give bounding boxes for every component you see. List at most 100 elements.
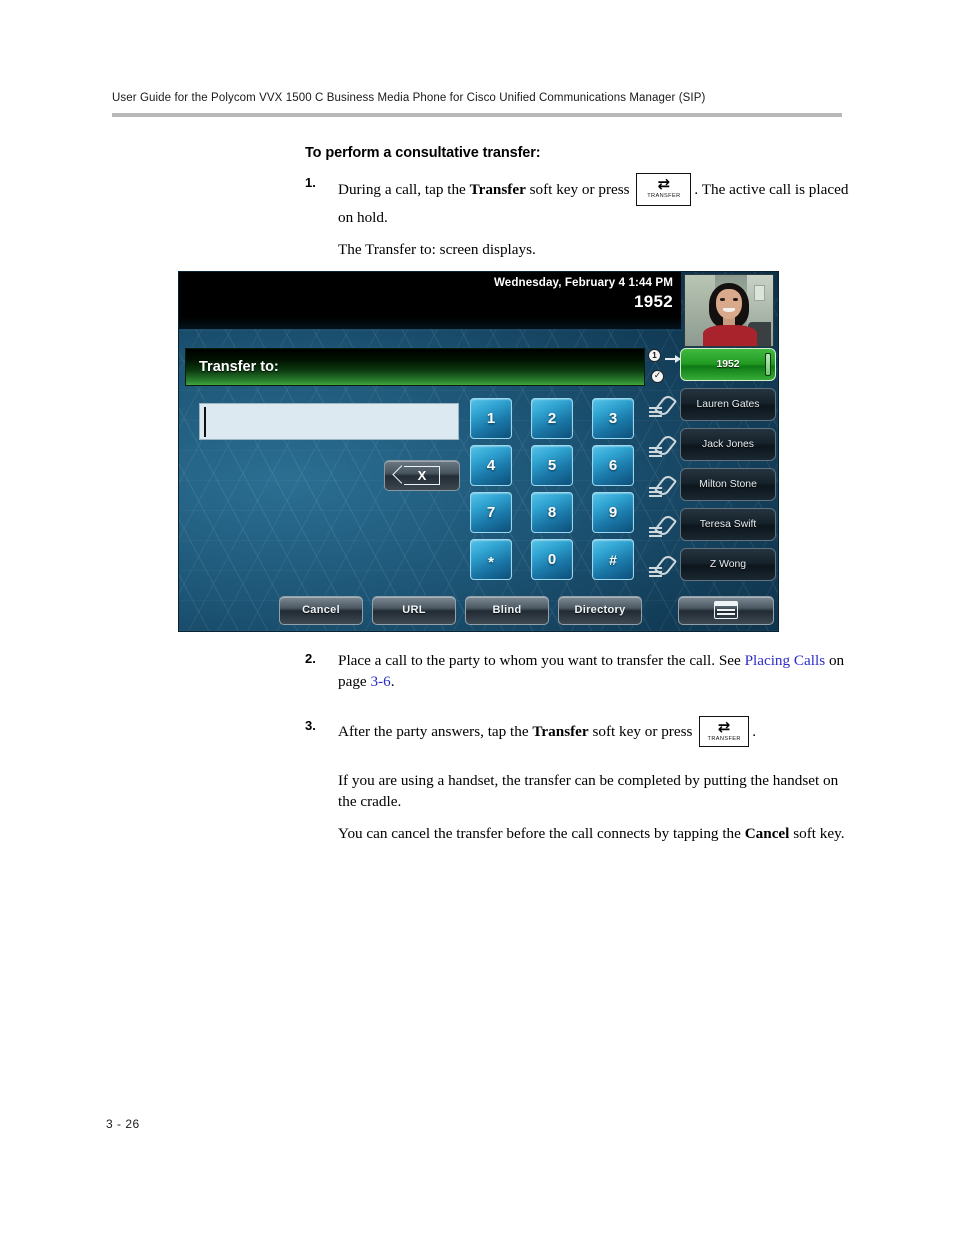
dialpad-key-5[interactable]: 5 xyxy=(531,445,573,486)
page-title: To perform a consultative transfer: xyxy=(305,145,541,161)
transfer-arrow-icon xyxy=(665,355,681,363)
step-1-followup: The Transfer to: screen displays. xyxy=(338,241,536,259)
dialpad-key-0[interactable]: 0 xyxy=(531,539,573,580)
dialpad-key-6[interactable]: 6 xyxy=(592,445,634,486)
page-running-header: User Guide for the Polycom VVX 1500 C Bu… xyxy=(112,92,842,117)
video-thumbnail[interactable] xyxy=(684,274,774,347)
video-person-smile xyxy=(722,307,736,312)
softkey-blind[interactable]: Blind xyxy=(465,595,549,625)
handset-wave-lines xyxy=(649,531,662,533)
video-person-torso xyxy=(702,324,758,346)
running-head-text: User Guide for the Polycom VVX 1500 C Bu… xyxy=(112,92,706,104)
status-extension: 1952 xyxy=(633,292,673,311)
line-key-active-1952[interactable]: 1 ✓ 1952 xyxy=(648,348,776,383)
line-key-column: 1 ✓ 1952 Lauren Gates Jack Jones Milton … xyxy=(648,348,776,588)
line-key-teresa-swift[interactable]: Teresa Swift xyxy=(649,508,776,541)
step-1-text-before: During a call, tap the xyxy=(338,180,470,198)
dialpad-key-7[interactable]: 7 xyxy=(470,492,512,533)
dialpad: 1 2 3 4 5 6 7 8 9 * 0 # xyxy=(470,398,653,586)
handset-icon xyxy=(649,553,679,579)
link-page-number[interactable]: 3-6 xyxy=(370,673,390,690)
window-list-icon xyxy=(714,601,738,619)
line-key-label: Teresa Swift xyxy=(699,519,757,530)
dial-entry-input[interactable] xyxy=(199,403,459,440)
handset-body xyxy=(653,553,678,578)
backspace-key[interactable]: X xyxy=(384,460,460,491)
handset-wave-lines xyxy=(649,451,662,453)
step-3-text: After the party answers, tap the Transfe… xyxy=(338,715,855,748)
step-3-text-after: . xyxy=(752,722,757,740)
handset-body xyxy=(653,393,678,418)
step-3-number: 3. xyxy=(305,717,316,733)
line-key-label: Milton Stone xyxy=(699,479,757,490)
step-3: 3. After the party answers, tap the Tran… xyxy=(305,715,855,748)
handset-body xyxy=(653,433,678,458)
dialpad-key-2[interactable]: 2 xyxy=(531,398,573,439)
page-footer-number: 3 - 26 xyxy=(106,1117,140,1131)
backspace-x-label: X xyxy=(417,468,427,483)
dialpad-key-pound[interactable]: # xyxy=(592,539,634,580)
phone-status-bar: Wednesday, February 4 1:44 PM 1952 xyxy=(179,272,681,329)
main-content-lower: 2. Place a call to the party to whom you… xyxy=(305,650,855,844)
handset-icon xyxy=(649,513,679,539)
step-3-para2-before: You can cancel the transfer before the c… xyxy=(338,825,745,843)
softkey-url[interactable]: URL xyxy=(372,595,456,625)
video-person-eye-right xyxy=(733,298,738,301)
softkey-directory-label: Directory xyxy=(574,604,626,616)
softkey-cancel[interactable]: Cancel xyxy=(279,595,363,625)
step-3-bold-term: Transfer xyxy=(532,722,589,740)
video-bg-picture-frame xyxy=(753,284,766,301)
softkey-blind-label: Blind xyxy=(492,604,522,616)
handset-icon xyxy=(649,393,679,419)
softkey-directory[interactable]: Directory xyxy=(558,595,642,625)
line-key-z-wong[interactable]: Z Wong xyxy=(649,548,776,581)
call-count-badge: 1 xyxy=(648,349,661,362)
line-key-milton-stone[interactable]: Milton Stone xyxy=(649,468,776,501)
softkey-cancel-label: Cancel xyxy=(302,604,340,616)
step-3-para2-bold: Cancel xyxy=(744,825,790,843)
handset-body xyxy=(653,513,678,538)
line-key-label-active: 1952 xyxy=(716,359,740,370)
softkey-menu[interactable] xyxy=(678,595,774,625)
handset-icon xyxy=(649,433,679,459)
header-divider-rule xyxy=(112,113,842,117)
link-placing-calls[interactable]: Placing Calls xyxy=(745,652,826,669)
dialpad-key-4[interactable]: 4 xyxy=(470,445,512,486)
step-2-text-before: Place a call to the party to whom you wa… xyxy=(338,652,745,669)
softkey-url-label: URL xyxy=(402,604,426,616)
transfer-hardkey-label: TRANSFER xyxy=(647,193,681,199)
line-key-label: Jack Jones xyxy=(702,439,754,450)
line-key-status-bar xyxy=(765,353,771,376)
step-3-para-2: You can cancel the transfer before the c… xyxy=(338,823,855,844)
main-content: To perform a consultative transfer: 1. D… xyxy=(305,145,855,261)
dialpad-key-star[interactable]: * xyxy=(470,539,512,580)
phone-screen-figure: Wednesday, February 4 1:44 PM 1952 Trans… xyxy=(178,271,779,632)
dialpad-key-1[interactable]: 1 xyxy=(470,398,512,439)
handset-wave-lines xyxy=(649,571,662,573)
step-3-text-middle: soft key or press xyxy=(588,722,697,740)
soft-key-row: Cancel URL Blind Directory xyxy=(279,595,774,625)
dialpad-key-9[interactable]: 9 xyxy=(592,492,634,533)
step-1-bold-term: Transfer xyxy=(469,180,526,198)
status-datetime: Wednesday, February 4 1:44 PM xyxy=(493,276,673,289)
step-1-number: 1. xyxy=(305,175,316,190)
transfer-arrows-icon-2: ⇄ xyxy=(717,717,731,736)
step-2: 2. Place a call to the party to whom you… xyxy=(305,650,855,693)
step-2-number: 2. xyxy=(305,651,316,666)
status-bar-content: Wednesday, February 4 1:44 PM 1952 xyxy=(494,276,673,312)
step-3-text-before: After the party answers, tap the xyxy=(338,722,533,740)
dialpad-key-3[interactable]: 3 xyxy=(592,398,634,439)
line-key-label: Z Wong xyxy=(709,559,747,570)
step-1-text-middle: soft key or press xyxy=(525,180,634,198)
transfer-to-banner: Transfer to: xyxy=(185,348,645,386)
transfer-to-label: Transfer to: xyxy=(199,359,279,375)
transfer-arrows-icon: ⇄ xyxy=(657,175,671,193)
line-key-label: Lauren Gates xyxy=(696,399,760,410)
connected-check-icon: ✓ xyxy=(651,370,664,383)
line-key-jack-jones[interactable]: Jack Jones xyxy=(649,428,776,461)
backspace-icon: X xyxy=(392,464,440,485)
dialpad-key-8[interactable]: 8 xyxy=(531,492,573,533)
line-key-lauren-gates[interactable]: Lauren Gates xyxy=(649,388,776,421)
handset-icon xyxy=(649,473,679,499)
transfer-hardkey-label-2: TRANSFER xyxy=(707,735,741,742)
